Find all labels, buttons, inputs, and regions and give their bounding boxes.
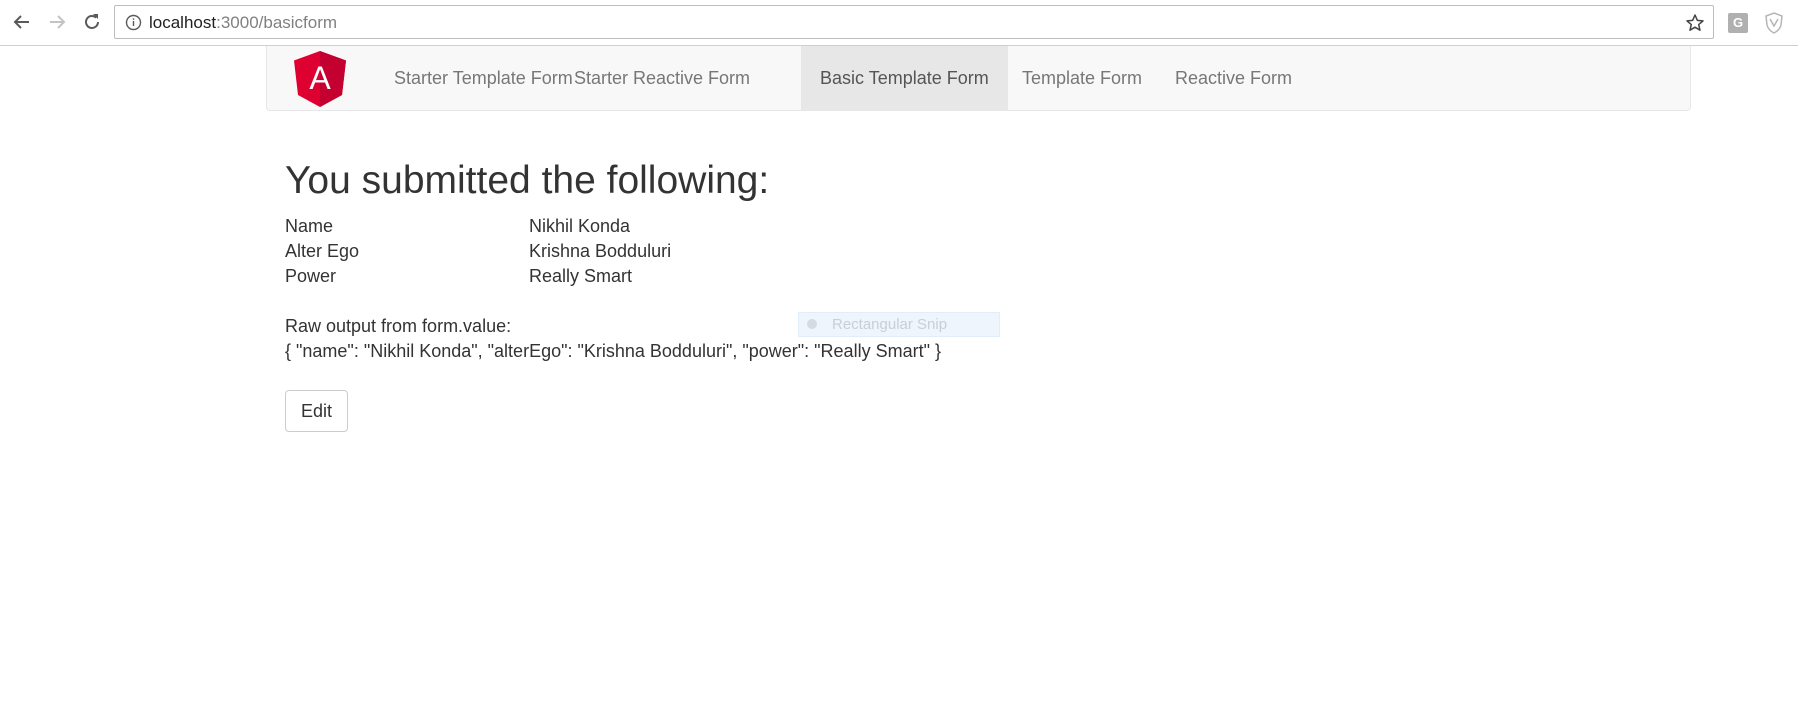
bookmark-star-icon[interactable] [1685, 13, 1705, 33]
snip-label: Rectangular Snip [832, 316, 948, 333]
url-text: localhost:3000/basicform [149, 13, 337, 33]
summary-value: Krishna Bodduluri [529, 241, 672, 261]
forward-button[interactable] [46, 11, 68, 33]
url-host: localhost [149, 13, 217, 32]
page-heading: You submitted the following: [285, 159, 770, 202]
summary-label: Power [285, 266, 337, 286]
address-bar[interactable]: localhost:3000/basicform [114, 5, 1714, 39]
navbar: A Starter Template Form Starter Reactive… [266, 46, 1691, 111]
edit-button[interactable]: Edit [285, 390, 348, 432]
raw-output-label: Raw output from form.value: [285, 316, 512, 336]
back-arrow-icon [13, 15, 29, 29]
logo-letter: A [309, 60, 331, 96]
reload-button[interactable] [81, 11, 103, 33]
extension-shield-icon[interactable] [1764, 12, 1784, 34]
raw-output-json: { "name": "Nikhil Konda", "alterEgo": "K… [285, 341, 941, 361]
info-icon[interactable] [125, 14, 142, 31]
summary-label: Name [285, 216, 334, 236]
summary-label: Alter Ego [285, 241, 360, 261]
nav-link-basic-template-form[interactable]: Basic Template Form [801, 46, 1008, 110]
nav-link-template-form[interactable]: Template Form [1003, 46, 1161, 110]
angular-logo-icon[interactable]: A [293, 50, 347, 108]
back-button[interactable] [11, 11, 33, 33]
snip-radio-icon [807, 319, 817, 329]
summary-value: Really Smart [529, 266, 633, 286]
url-path: :3000/basicform [216, 13, 338, 32]
forward-arrow-icon [50, 15, 66, 29]
reload-icon [85, 14, 99, 29]
summary-value: Nikhil Konda [529, 216, 631, 236]
nav-link-reactive-form[interactable]: Reactive Form [1156, 46, 1311, 110]
snip-tooltip: Rectangular Snip [798, 312, 1000, 337]
extension-g-icon[interactable]: G [1728, 13, 1748, 33]
browser-toolbar: localhost:3000/basicform G [0, 0, 1798, 46]
nav-link-starter-reactive-form[interactable]: Starter Reactive Form [555, 46, 769, 110]
